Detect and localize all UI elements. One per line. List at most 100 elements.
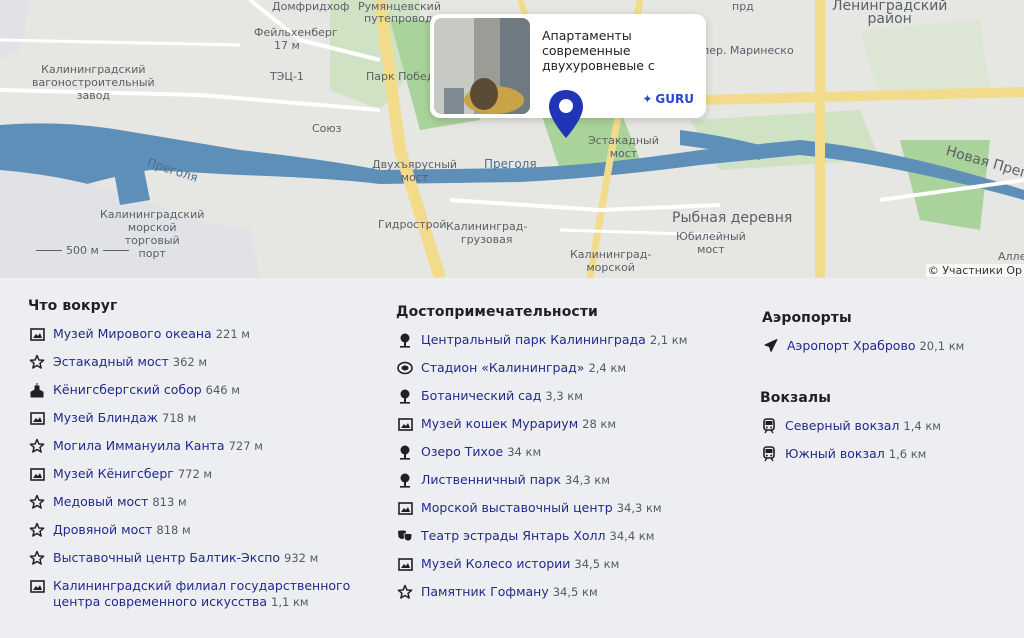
poi-name-link[interactable]: Музей Колесо истории	[421, 556, 570, 571]
poi-item[interactable]: Южный вокзал 1,6 км	[760, 446, 1020, 462]
poi-distance: 221 м	[215, 327, 250, 341]
poi-name-link[interactable]: Музей Мирового океана	[53, 326, 212, 341]
map[interactable]: Домфридхоф Румянцевский путепровод Фейль…	[0, 0, 1024, 278]
poi-text: Калининградский филиал государственного …	[53, 578, 368, 610]
map-label: Союз	[312, 122, 342, 135]
poi-name-link[interactable]: Стадион «Калининград»	[421, 360, 584, 375]
section-title: Аэропорты	[762, 310, 852, 326]
scale-line	[36, 250, 62, 251]
scale-line	[102, 250, 129, 251]
poi-item[interactable]: Выставочный центр Балтик-Экспо 932 м	[28, 550, 368, 566]
poi-distance: 818 м	[156, 523, 191, 537]
poi-name-link[interactable]: Озеро Тихое	[421, 444, 503, 459]
poi-item[interactable]: Музей Мирового океана 221 м	[28, 326, 368, 342]
map-label: Калининград- морской	[570, 248, 652, 274]
poi-text: Центральный парк Калининграда 2,1 км	[421, 332, 687, 348]
map-scale: 500 м	[36, 244, 129, 257]
poi-name-link[interactable]: Памятник Гофману	[421, 584, 549, 599]
tree-icon	[396, 332, 414, 348]
location-pin-icon[interactable]	[546, 88, 586, 140]
poi-name-link[interactable]: Кёнигсбергский собор	[53, 382, 202, 397]
poi-name-link[interactable]: Дровяной мост	[53, 522, 152, 537]
poi-text: Эстакадный мост 362 м	[53, 354, 207, 370]
poi-name-link[interactable]: Эстакадный мост	[53, 354, 169, 369]
poi-distance: 362 м	[172, 355, 208, 369]
map-attribution[interactable]: © Участники Ор	[925, 264, 1024, 277]
poi-text: Аэропорт Храброво 20,1 км	[787, 338, 964, 354]
map-label: прд	[732, 0, 754, 13]
poi-item[interactable]: Лиственничный парк 34,3 км	[396, 472, 736, 488]
poi-name-link[interactable]: Морской выставочный центр	[421, 500, 613, 515]
poi-item[interactable]: Музей Колесо истории 34,5 км	[396, 556, 736, 572]
poi-name-link[interactable]: Центральный парк Калининграда	[421, 332, 646, 347]
poi-distance: 3,3 км	[545, 389, 583, 403]
poi-distance: 1,4 км	[903, 419, 941, 433]
poi-text: Ботанический сад 3,3 км	[421, 388, 583, 404]
poi-distance: 28 км	[582, 417, 617, 431]
map-label: ТЭЦ-1	[270, 70, 304, 83]
poi-name-link[interactable]: Лиственничный парк	[421, 472, 561, 487]
poi-name-link[interactable]: Медовый мост	[53, 494, 148, 509]
poi-distance: 1,1 км	[271, 595, 309, 609]
train-icon	[760, 418, 778, 434]
scale-label: 500 м	[66, 244, 99, 257]
poi-name-link[interactable]: Музей Блиндаж	[53, 410, 158, 425]
poi-item[interactable]: Стадион «Калининград» 2,4 км	[396, 360, 736, 376]
poi-text: Кёнигсбергский собор 646 м	[53, 382, 240, 398]
stations-section: Вокзалы Северный вокзал 1,4 км Южный вокза…	[760, 390, 1020, 474]
poi-item[interactable]: Северный вокзал 1,4 км	[760, 418, 1020, 434]
poi-item[interactable]: Калининградский филиал государственного …	[28, 578, 368, 610]
poi-text: Могила Иммануила Канта 727 м	[53, 438, 263, 454]
poi-name-link[interactable]: Аэропорт Храброво	[787, 338, 915, 353]
airports-section: Аэропорты Аэропорт Храброво 20,1 км	[762, 310, 1022, 366]
section-title: Что вокруг	[28, 298, 118, 314]
picture-icon	[28, 466, 46, 482]
map-label: Преголя	[484, 157, 537, 171]
map-label: Рыбная деревня	[672, 210, 793, 226]
listing-title[interactable]: Апартаменты современные двухуровневые с	[542, 28, 692, 73]
poi-item[interactable]: Музей кошек Мурариум 28 км	[396, 416, 736, 432]
poi-item[interactable]: Театр эстрады Янтарь Холл 34,4 км	[396, 528, 736, 544]
poi-distance: 646 м	[205, 383, 240, 397]
map-label: Двухъярусный мост	[372, 158, 458, 184]
poi-distance: 772 м	[177, 467, 213, 481]
poi-distance: 2,1 км	[649, 333, 688, 347]
star-icon	[28, 550, 46, 566]
nearby-list: Музей Мирового океана 221 м Эстакадный мос…	[28, 326, 368, 610]
tree-icon	[396, 388, 414, 404]
listing-thumbnail[interactable]	[434, 18, 530, 114]
poi-item[interactable]: Медовый мост 813 м	[28, 494, 368, 510]
poi-distance: 34,5 км	[574, 557, 620, 571]
poi-item[interactable]: Аэропорт Храброво 20,1 км	[762, 338, 1022, 354]
poi-name-link[interactable]: Южный вокзал	[785, 446, 885, 461]
poi-name-link[interactable]: Театр эстрады Янтарь Холл	[421, 528, 606, 543]
poi-name-link[interactable]: Выставочный центр Балтик-Экспо	[53, 550, 280, 565]
poi-distance: 813 м	[152, 495, 187, 509]
poi-item[interactable]: Эстакадный мост 362 м	[28, 354, 368, 370]
map-label: пер. Маринеско	[702, 44, 794, 57]
poi-text: Медовый мост 813 м	[53, 494, 187, 510]
airports-list: Аэропорт Храброво 20,1 км	[762, 338, 1022, 354]
poi-item[interactable]: Ботанический сад 3,3 км	[396, 388, 736, 404]
poi-item[interactable]: Памятник Гофману 34,5 км	[396, 584, 736, 600]
poi-distance: 1,6 км	[888, 447, 927, 461]
poi-item[interactable]: Музей Кёнигсберг 772 м	[28, 466, 368, 482]
poi-item[interactable]: Центральный парк Калининграда 2,1 км	[396, 332, 736, 348]
poi-text: Южный вокзал 1,6 км	[785, 446, 926, 462]
poi-item[interactable]: Могила Иммануила Канта 727 м	[28, 438, 368, 454]
poi-item[interactable]: Озеро Тихое 34 км	[396, 444, 736, 460]
poi-name-link[interactable]: Северный вокзал	[785, 418, 899, 433]
poi-item[interactable]: Музей Блиндаж 718 м	[28, 410, 368, 426]
picture-icon	[396, 416, 414, 432]
map-label: Калининградский вагоностроительный завод	[32, 63, 155, 102]
poi-name-link[interactable]: Могила Иммануила Канта	[53, 438, 225, 453]
plane-icon	[762, 338, 780, 354]
poi-name-link[interactable]: Ботанический сад	[421, 388, 541, 403]
poi-item[interactable]: Кёнигсбергский собор 646 м	[28, 382, 368, 398]
star-icon	[28, 494, 46, 510]
poi-item[interactable]: Дровяной мост 818 м	[28, 522, 368, 538]
picture-icon	[28, 578, 46, 594]
poi-item[interactable]: Морской выставочный центр 34,3 км	[396, 500, 736, 516]
poi-name-link[interactable]: Музей Кёнигсберг	[53, 466, 174, 481]
poi-name-link[interactable]: Музей кошек Мурариум	[421, 416, 578, 431]
